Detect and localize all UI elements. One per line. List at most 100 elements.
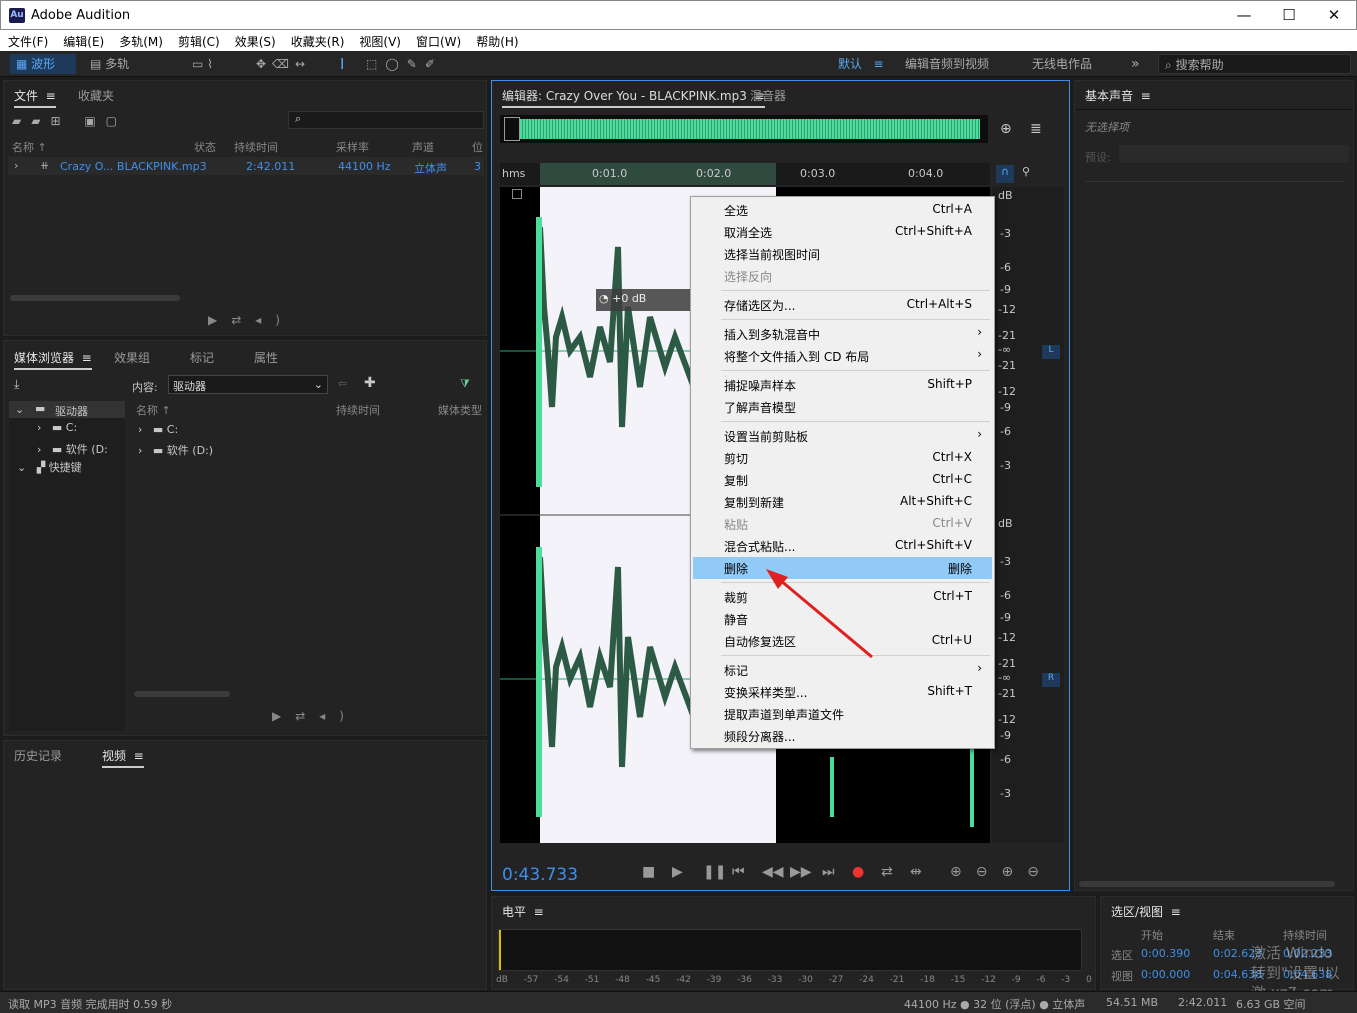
file-action-icons[interactable]: ▰▰⊞ ▣▢ bbox=[12, 114, 127, 128]
tab-favorites[interactable]: 收藏夹 bbox=[78, 87, 114, 104]
workspace-radio[interactable]: 无线电作品 bbox=[1032, 54, 1092, 74]
menu-item-mix-paste[interactable]: 混合式粘贴... Ctrl+Shift+V bbox=[693, 535, 992, 557]
menu-item-extract-channels[interactable]: 提取声道到单声道文件 bbox=[693, 703, 992, 725]
time-ruler[interactable]: hms 0:01.0 0:02.0 0:03.0 0:04.0 bbox=[500, 163, 990, 185]
menu-clip[interactable]: 剪辑(C) bbox=[170, 30, 227, 50]
col-name[interactable]: 名称 ↑ bbox=[136, 402, 171, 418]
spectral-icon[interactable]: ▭ ⌇ bbox=[192, 54, 213, 74]
fastforward-button[interactable]: ▶▶ bbox=[790, 864, 812, 880]
menu-item-band-splitter[interactable]: 频段分离器... bbox=[693, 725, 992, 747]
menu-item-cut[interactable]: 剪切 Ctrl+X bbox=[693, 447, 992, 469]
selection-start[interactable]: 0:00.390 bbox=[1141, 947, 1190, 960]
tree-c[interactable]: › ▬ C: bbox=[37, 421, 77, 434]
col-channels[interactable]: 声道 bbox=[412, 139, 434, 155]
menu-item-insert-multitrack[interactable]: 插入到多轨混音中 › bbox=[693, 323, 992, 345]
tool-icons[interactable]: ✥⌫↔ bbox=[256, 54, 311, 74]
help-search-input[interactable]: ⌕ 搜索帮助 bbox=[1158, 54, 1351, 74]
more-workspaces-button[interactable]: » bbox=[1131, 54, 1140, 74]
snap-icon[interactable]: ∩ bbox=[996, 165, 1014, 183]
back-icon[interactable]: ⇦ bbox=[338, 377, 347, 390]
menu-item-copy-to-new[interactable]: 复制到新建 Alt+Shift+C bbox=[693, 491, 992, 513]
col-status[interactable]: 状态 bbox=[194, 139, 216, 155]
play-loop-autoplay-icons[interactable]: ▶⇄◂) bbox=[272, 709, 358, 723]
col-samplerate[interactable]: 采样率 bbox=[336, 139, 369, 155]
menu-window[interactable]: 窗口(W) bbox=[408, 30, 468, 50]
marquee-lasso-brush-icons[interactable]: ⬚◯✎✐ bbox=[366, 54, 443, 74]
tab-video[interactable]: 视频 ≡ bbox=[102, 747, 144, 768]
menu-item-capture-noise[interactable]: 捕捉噪声样本 Shift+P bbox=[693, 374, 992, 396]
tree-d[interactable]: › ▬ 软件 (D: bbox=[37, 441, 108, 457]
time-selection-tool-icon[interactable]: I bbox=[340, 54, 344, 74]
workspace-video[interactable]: 编辑音频到视频 bbox=[905, 54, 989, 74]
menu-view[interactable]: 视图(V) bbox=[351, 30, 408, 50]
multitrack-view-button[interactable]: ▤ 多轨 bbox=[86, 54, 146, 74]
tab-selection-view[interactable]: 选区/视图 ≡ bbox=[1111, 903, 1181, 922]
menu-multitrack[interactable]: 多轨(M) bbox=[111, 30, 170, 50]
workspace-default[interactable]: 默认 ≡ bbox=[838, 54, 884, 74]
tab-mixer[interactable]: 混音器 bbox=[750, 87, 786, 104]
loop-button[interactable]: ⇄ bbox=[881, 864, 893, 880]
menu-item-select-all[interactable]: 全选 Ctrl+A bbox=[693, 199, 992, 221]
menu-item-set-clipboard[interactable]: 设置当前剪贴板 › bbox=[693, 425, 992, 447]
waveform-view-button[interactable]: ▦ 波形 bbox=[10, 54, 76, 74]
channel-l-button[interactable]: L bbox=[1042, 345, 1060, 359]
scrollbar[interactable] bbox=[1079, 881, 1335, 887]
add-shortcut-icon[interactable]: ✚ bbox=[364, 375, 376, 391]
hud-volume[interactable]: ◔ +0 dB bbox=[596, 289, 690, 311]
pause-button[interactable]: ❚❚ bbox=[703, 864, 726, 880]
col-duration[interactable]: 持续时间 bbox=[234, 139, 278, 155]
list-item[interactable]: › ▬ 软件 (D:) bbox=[138, 442, 213, 458]
play-loop-autoplay-icons[interactable]: ▶⇄◂) bbox=[208, 313, 294, 327]
pin-icon[interactable]: ⚲ bbox=[1022, 165, 1030, 178]
menu-item-select-view[interactable]: 选择当前视图时间 bbox=[693, 243, 992, 265]
file-search-input[interactable]: ⌕ bbox=[288, 111, 484, 129]
menu-edit[interactable]: 编辑(E) bbox=[55, 30, 111, 50]
content-select[interactable]: 驱动器 ⌄ bbox=[168, 375, 328, 394]
menu-item-learn-sound-model[interactable]: 了解声音模型 bbox=[693, 396, 992, 418]
overview-handle[interactable] bbox=[504, 117, 520, 141]
skip-selection-icon[interactable]: ⇹ bbox=[910, 864, 922, 880]
col-name[interactable]: 名称 ↑ bbox=[12, 139, 47, 155]
close-button[interactable]: ✕ bbox=[1311, 1, 1357, 31]
zoom-crosshair-icon[interactable]: ⊕ bbox=[1000, 121, 1012, 137]
table-row[interactable]: › ⧺ Crazy O... BLACKPINK.mp3 2:42.011 44… bbox=[8, 157, 484, 175]
rewind-button[interactable]: ◀◀ bbox=[762, 864, 784, 880]
col-media-type[interactable]: 媒体类型 bbox=[438, 402, 482, 418]
channel-r-button[interactable]: R bbox=[1042, 673, 1060, 687]
tab-essential-sound[interactable]: 基本声音 ≡ bbox=[1085, 87, 1151, 106]
menu-item-deselect[interactable]: 取消全选 Ctrl+Shift+A bbox=[693, 221, 992, 243]
tab-files[interactable]: 文件 ≡ bbox=[14, 87, 56, 108]
menu-item-copy[interactable]: 复制 Ctrl+C bbox=[693, 469, 992, 491]
stop-button[interactable]: ■ bbox=[642, 864, 655, 880]
minimize-button[interactable]: — bbox=[1221, 1, 1267, 31]
panel-menu-icon[interactable]: ≣ bbox=[1030, 121, 1042, 137]
expand-icon[interactable] bbox=[512, 189, 522, 199]
tab-properties[interactable]: 属性 bbox=[254, 349, 278, 366]
filter-icon[interactable]: ⧩ bbox=[460, 377, 470, 391]
menu-item-convert-sample[interactable]: 变换采样类型... Shift+T bbox=[693, 681, 992, 703]
tab-markers[interactable]: 标记 bbox=[190, 349, 214, 366]
tab-editor[interactable]: 编辑器: Crazy Over You - BLACKPINK.mp3 ≡ bbox=[502, 87, 765, 108]
menu-item-save-selection[interactable]: 存储选区为... Ctrl+Alt+S bbox=[693, 294, 992, 316]
tab-effects-rack[interactable]: 效果组 bbox=[114, 349, 150, 366]
tree-drives[interactable]: ⌄ ▬ 驱动器 bbox=[9, 401, 125, 418]
scrollbar[interactable] bbox=[134, 691, 230, 697]
menu-help[interactable]: 帮助(H) bbox=[468, 30, 525, 50]
maximize-button[interactable]: ☐ bbox=[1266, 1, 1312, 31]
menu-effects[interactable]: 效果(S) bbox=[227, 30, 283, 50]
menu-file[interactable]: 文件(F) bbox=[0, 30, 55, 50]
overview-waveform[interactable] bbox=[500, 115, 988, 143]
import-icon[interactable]: ⤓ bbox=[14, 377, 19, 392]
play-button[interactable]: ▶ bbox=[672, 864, 683, 880]
tab-history[interactable]: 历史记录 bbox=[14, 747, 62, 764]
col-bits[interactable]: 位 bbox=[472, 139, 483, 155]
goto-end-button[interactable]: ⏭ bbox=[822, 864, 835, 880]
view-start[interactable]: 0:00.000 bbox=[1141, 968, 1190, 981]
menu-item-insert-cd[interactable]: 将整个文件插入到 CD 布局 › bbox=[693, 345, 992, 367]
tab-levels[interactable]: 电平 ≡ bbox=[502, 903, 544, 922]
tree-shortcuts[interactable]: ⌄ ▞ 快捷键 bbox=[17, 459, 82, 475]
tab-media-browser[interactable]: 媒体浏览器 ≡ bbox=[14, 349, 92, 370]
zoom-icons[interactable]: ⊕⊖⊕⊖ bbox=[950, 864, 1053, 880]
goto-start-button[interactable]: ⏮ bbox=[732, 864, 745, 880]
scrollbar[interactable] bbox=[10, 295, 180, 301]
